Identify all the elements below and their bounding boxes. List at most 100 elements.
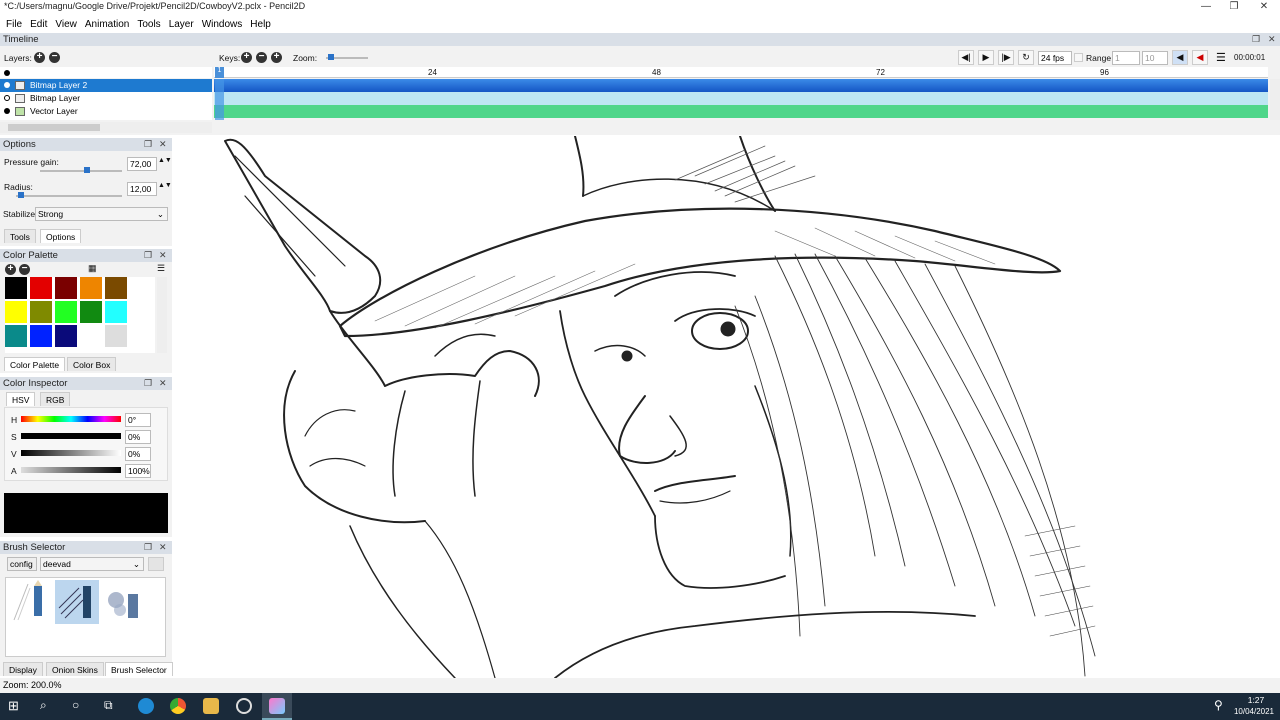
visibility-icon[interactable] <box>4 82 10 88</box>
palette-swatch[interactable] <box>105 277 127 299</box>
remove-key-button[interactable]: − <box>256 52 267 63</box>
palette-swatch[interactable] <box>55 301 77 323</box>
menu-help[interactable]: Help <box>246 19 275 30</box>
layer-row-vector[interactable]: Vector Layer <box>0 105 212 118</box>
tab-options[interactable]: Options <box>40 229 82 243</box>
alpha-slider[interactable] <box>21 467 121 473</box>
palette-view-icon[interactable]: ▦ <box>88 263 97 274</box>
track-bitmap-2[interactable] <box>214 79 1268 92</box>
menu-layer[interactable]: Layer <box>165 19 198 30</box>
alpha-spinbox[interactable]: 100% <box>125 464 151 478</box>
brush-pencil-icon[interactable] <box>8 580 52 624</box>
add-color-button[interactable]: + <box>5 264 16 275</box>
range-start-spinbox[interactable]: 1 <box>1112 51 1140 65</box>
fps-spinbox[interactable]: 24 fps <box>1038 51 1072 65</box>
obs-icon[interactable] <box>236 698 252 714</box>
hue-slider[interactable] <box>21 416 121 422</box>
prev-frame-button[interactable]: ◀| <box>958 50 974 65</box>
close-icon[interactable]: ✕ <box>159 138 167 151</box>
layer-row-bitmap-2[interactable]: Bitmap Layer 2 <box>0 79 212 92</box>
palette-swatch[interactable] <box>5 277 28 300</box>
palette-swatch[interactable] <box>5 325 27 347</box>
windows-start-icon[interactable]: ⊞ <box>8 698 24 714</box>
scrollbar-thumb[interactable] <box>8 124 100 131</box>
float-icon[interactable]: ❐ <box>1252 33 1260 46</box>
maximize-icon[interactable]: ❐ <box>1220 0 1248 14</box>
pressure-slider-knob[interactable] <box>84 167 90 173</box>
edge-browser-icon[interactable] <box>138 698 154 714</box>
frame-vscrollbar[interactable] <box>1270 79 1280 120</box>
duplicate-key-button[interactable]: + <box>271 52 282 63</box>
tab-color-palette[interactable]: Color Palette <box>4 357 66 371</box>
tab-color-box[interactable]: Color Box <box>67 357 117 371</box>
palette-swatch[interactable] <box>105 325 127 347</box>
range-end-spinbox[interactable]: 10 <box>1142 51 1168 65</box>
spin-arrows-icon[interactable]: ▲▼ <box>158 182 172 189</box>
minimize-icon[interactable]: — <box>1192 0 1220 14</box>
menu-edit[interactable]: Edit <box>26 19 51 30</box>
keyframe-column[interactable] <box>215 79 224 120</box>
stabilizer-select[interactable]: Strong ⌄ <box>35 207 168 221</box>
tab-tools[interactable]: Tools <box>4 229 36 243</box>
palette-swatch[interactable] <box>55 277 77 299</box>
close-icon[interactable]: ✕ <box>1268 33 1276 46</box>
close-icon[interactable]: ✕ <box>159 249 167 262</box>
hue-spinbox[interactable]: 0° <box>125 413 151 427</box>
radius-slider-knob[interactable] <box>18 192 24 198</box>
config-button[interactable]: config <box>7 557 37 571</box>
play-button[interactable]: ▶ <box>978 50 994 65</box>
brush-blend-icon[interactable] <box>102 580 146 624</box>
palette-swatch[interactable] <box>105 301 127 323</box>
palette-swatch[interactable] <box>30 325 52 347</box>
clock-time[interactable]: 1:27 <box>1238 695 1274 705</box>
close-icon[interactable]: ✕ <box>1250 0 1278 14</box>
zoom-slider-knob[interactable] <box>328 54 334 60</box>
close-icon[interactable]: ✕ <box>159 377 167 390</box>
loop-button[interactable]: ↻ <box>1018 50 1034 65</box>
task-view-icon[interactable]: ⧉ <box>104 698 120 714</box>
pressure-spinbox[interactable]: 72,00 <box>127 157 157 171</box>
menu-tools[interactable]: Tools <box>133 19 164 30</box>
remove-color-button[interactable]: − <box>19 264 30 275</box>
value-spinbox[interactable]: 0% <box>125 447 151 461</box>
radius-spinbox[interactable]: 12,00 <box>127 182 157 196</box>
menu-file[interactable]: File <box>2 19 26 30</box>
tab-brush-selector[interactable]: Brush Selector <box>105 662 173 676</box>
float-icon[interactable]: ❐ <box>144 138 152 151</box>
tab-display[interactable]: Display <box>3 662 43 676</box>
drawing-canvas[interactable] <box>175 136 1280 678</box>
palette-swatch[interactable] <box>30 301 52 323</box>
current-frame-marker[interactable]: 1 <box>215 67 224 78</box>
track-bitmap[interactable] <box>214 92 1268 105</box>
sound-scrub-button[interactable]: ◀ <box>1172 50 1188 65</box>
sound-button[interactable]: ◀ <box>1192 50 1208 65</box>
add-key-button[interactable]: + <box>241 52 252 63</box>
palette-swatch[interactable] <box>30 277 52 299</box>
brush-preset-select[interactable]: deevad ⌄ <box>40 557 144 571</box>
timeline-menu-icon[interactable]: ☰ <box>1216 51 1226 64</box>
palette-swatch[interactable] <box>80 277 102 299</box>
palette-swatch[interactable] <box>80 325 102 347</box>
saturation-spinbox[interactable]: 0% <box>125 430 151 444</box>
track-vector[interactable] <box>214 105 1268 118</box>
range-checkbox[interactable] <box>1074 53 1083 62</box>
tab-hsv[interactable]: HSV <box>6 392 36 406</box>
cortana-icon[interactable]: ○ <box>72 698 88 714</box>
menu-animation[interactable]: Animation <box>81 19 133 30</box>
spin-arrows-icon[interactable]: ▲▼ <box>158 157 172 164</box>
search-icon[interactable]: ⌕ <box>40 698 56 714</box>
float-icon[interactable]: ❐ <box>144 249 152 262</box>
close-icon[interactable]: ✕ <box>159 541 167 554</box>
tab-rgb[interactable]: RGB <box>40 392 71 406</box>
menu-view[interactable]: View <box>51 19 81 30</box>
tab-onion-skins[interactable]: Onion Skins <box>46 662 104 676</box>
saturation-slider[interactable] <box>21 433 121 439</box>
palette-swatch[interactable] <box>5 301 27 323</box>
float-icon[interactable]: ❐ <box>144 541 152 554</box>
palette-swatch[interactable] <box>55 325 77 347</box>
visibility-all-icon[interactable] <box>4 70 10 76</box>
visibility-icon[interactable] <box>4 95 10 101</box>
menu-windows[interactable]: Windows <box>198 19 247 30</box>
next-frame-button[interactable]: |▶ <box>998 50 1014 65</box>
layer-row-bitmap[interactable]: Bitmap Layer <box>0 92 212 105</box>
